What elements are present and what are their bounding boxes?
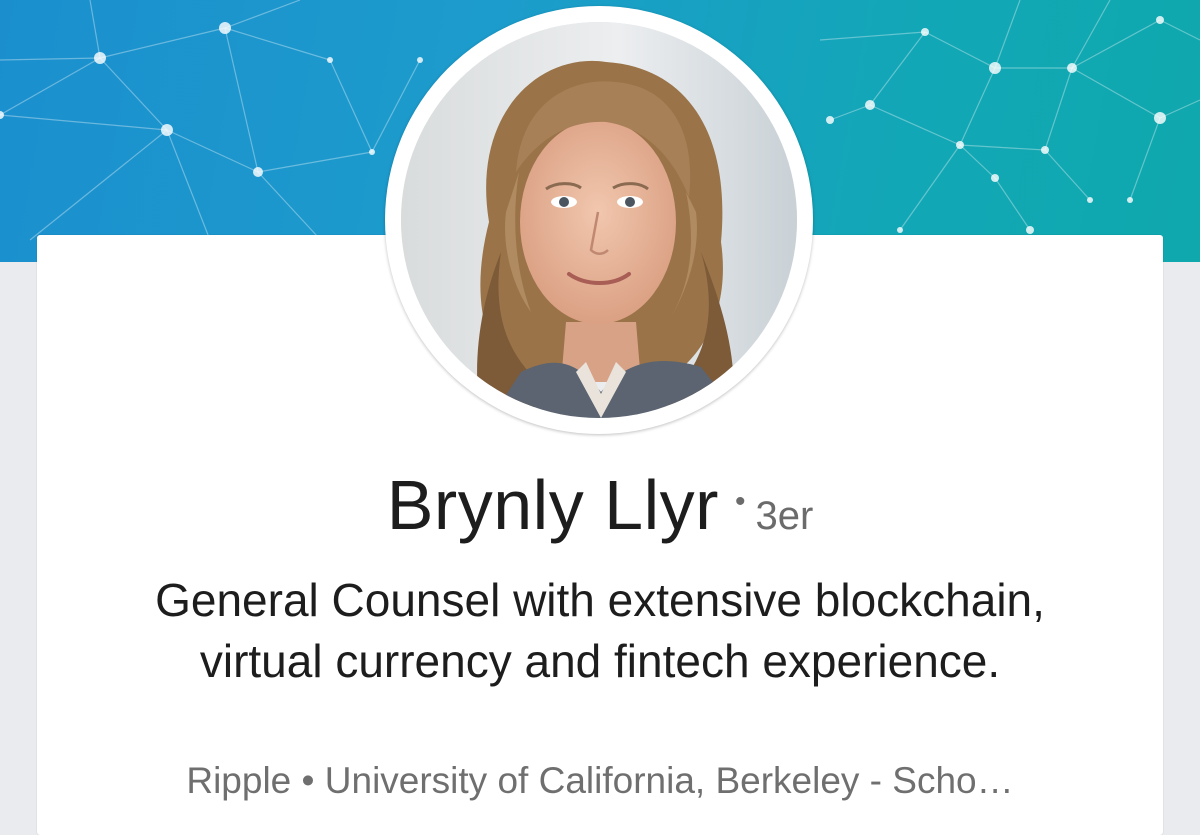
- connection-degree-badge: 3er: [755, 494, 814, 538]
- profile-name: Brynly Llyr: [386, 466, 719, 544]
- profile-name-line: Brynly Llyr • 3er: [0, 465, 1200, 545]
- profile-company-education[interactable]: Ripple • University of California, Berke…: [0, 760, 1200, 802]
- degree-separator: •: [734, 485, 746, 518]
- profile-photo-icon: [401, 22, 797, 418]
- avatar[interactable]: [401, 22, 797, 418]
- profile-headline: General Counsel with extensive blockchai…: [155, 574, 1045, 687]
